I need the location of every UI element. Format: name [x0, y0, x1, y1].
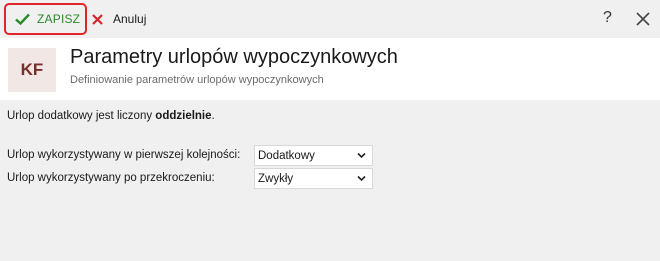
first-order-label: Urlop wykorzystywany w pierwszej kolejno… [7, 149, 241, 161]
after-exceed-select[interactable]: Zwykły [254, 168, 373, 189]
page-header: KF Parametry urlopów wypoczynkowych Defi… [0, 38, 660, 100]
page-subtitle: Definiowanie parametrów urlopów wypoczyn… [70, 74, 324, 86]
window-close-icon[interactable] [636, 12, 650, 26]
first-order-select[interactable]: Dodatkowy [254, 145, 373, 166]
save-button[interactable]: ZAPISZ [4, 3, 87, 35]
help-icon[interactable]: ? [603, 9, 612, 27]
cancel-button-label: Anuluj [113, 12, 147, 26]
info-suffix: . [211, 110, 215, 122]
close-x-icon [92, 13, 103, 25]
chevron-down-icon [357, 175, 366, 182]
check-icon [15, 13, 30, 25]
info-bold: oddzielnie [155, 110, 212, 122]
module-badge: KF [8, 48, 56, 92]
info-prefix: Urlop dodatkowy jest liczony [7, 110, 156, 122]
chevron-down-icon [357, 152, 366, 159]
toolbar: ZAPISZ Anuluj ? [0, 0, 660, 37]
cancel-button[interactable]: Anuluj [92, 9, 146, 29]
save-button-label: ZAPISZ [37, 12, 81, 26]
after-exceed-label: Urlop wykorzystywany po przekroczeniu: [7, 172, 215, 184]
first-order-value: Dodatkowy [258, 149, 315, 162]
info-text: Urlop dodatkowy jest liczony oddzielnie. [7, 110, 215, 122]
after-exceed-value: Zwykły [258, 172, 294, 185]
page-title: Parametry urlopów wypoczynkowych [70, 46, 398, 68]
